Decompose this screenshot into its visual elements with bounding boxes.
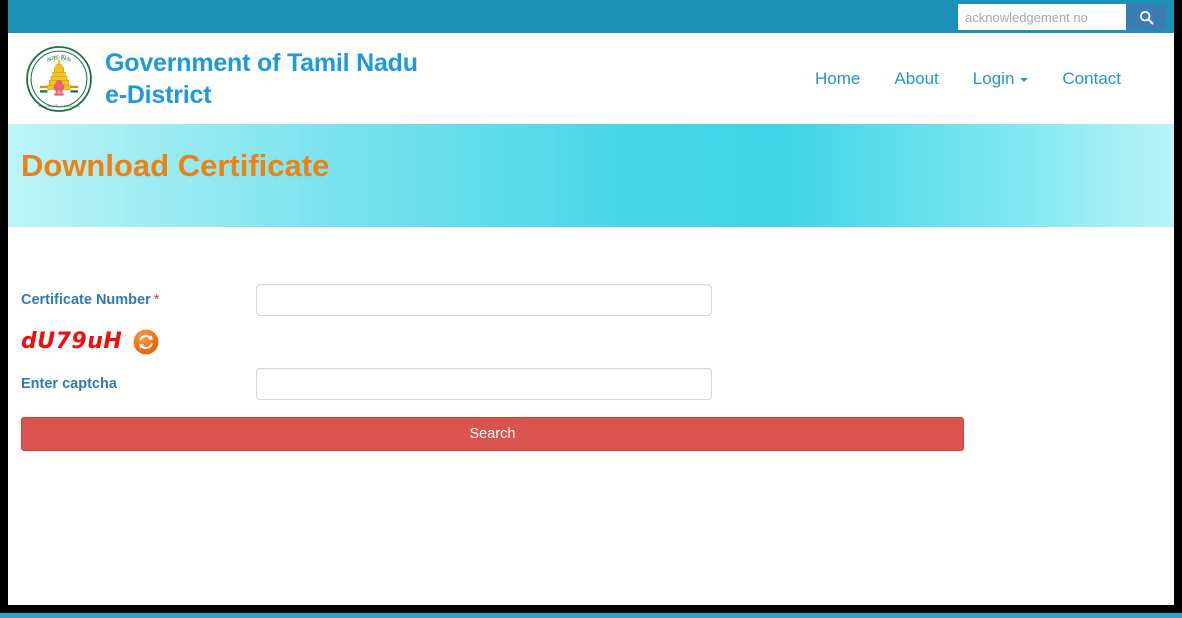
bottom-accent-strip bbox=[0, 613, 1182, 618]
tamil-nadu-state-emblem-icon: க ம ந ா டு அ வாய்மையே வெல்லும் bbox=[25, 45, 93, 113]
captcha-input[interactable] bbox=[256, 368, 712, 400]
search-submit-button[interactable] bbox=[1126, 4, 1166, 30]
brand-title: Government of Tamil Nadu e-District bbox=[105, 47, 418, 111]
certificate-number-label: Certificate Number * bbox=[21, 291, 160, 308]
captcha-refresh-button[interactable] bbox=[133, 329, 159, 355]
captcha-code-text: dU79uH bbox=[21, 329, 123, 354]
certificate-number-label-text: Certificate Number bbox=[21, 292, 151, 308]
nav-item-contact[interactable]: Contact bbox=[1045, 61, 1138, 97]
search-icon bbox=[1139, 10, 1154, 25]
captcha-display: dU79uH bbox=[8, 329, 159, 355]
captcha-image-row: dU79uH bbox=[8, 322, 1174, 362]
nav-item-login[interactable]: Login bbox=[956, 61, 1046, 97]
nav-item-home-label: Home bbox=[815, 68, 861, 88]
required-asterisk: * bbox=[153, 291, 160, 308]
site-header: க ம ந ா டு அ வாய்மையே வெல்லும் Governmen… bbox=[8, 33, 1174, 124]
refresh-icon bbox=[133, 329, 159, 355]
enter-captcha-row: Enter captcha bbox=[8, 362, 1174, 406]
acknowledgement-search-input[interactable] bbox=[958, 4, 1126, 30]
download-certificate-form: Certificate Number * dU79uH Enter captch… bbox=[8, 227, 1174, 451]
chevron-down-icon bbox=[1020, 78, 1029, 82]
certificate-number-label-cell: Certificate Number * bbox=[8, 291, 256, 309]
nav-item-home[interactable]: Home bbox=[798, 61, 877, 97]
page-title: Download Certificate bbox=[21, 148, 330, 184]
nav-item-login-label: Login bbox=[972, 68, 1015, 88]
nav-item-contact-label: Contact bbox=[1062, 68, 1121, 88]
brand-title-line2: e-District bbox=[105, 80, 212, 109]
top-utility-bar bbox=[8, 0, 1174, 33]
search-submit-form-button[interactable]: Search bbox=[21, 417, 964, 451]
nav-item-about-label: About bbox=[894, 68, 939, 88]
enter-captcha-label-cell: Enter captcha bbox=[8, 375, 256, 393]
brand-title-line1: Government of Tamil Nadu bbox=[105, 48, 418, 77]
nav-item-about[interactable]: About bbox=[877, 61, 955, 97]
brand-block[interactable]: க ம ந ா டு அ வாய்மையே வெல்லும் Governmen… bbox=[8, 45, 418, 113]
main-navigation: Home About Login Contact bbox=[798, 61, 1174, 97]
acknowledgement-search bbox=[958, 4, 1166, 30]
enter-captcha-label: Enter captcha bbox=[21, 376, 117, 392]
page-banner: Download Certificate bbox=[8, 124, 1174, 227]
certificate-number-field-cell bbox=[256, 284, 712, 316]
main-content: Certificate Number * dU79uH Enter captch… bbox=[8, 227, 1174, 605]
enter-captcha-field-cell bbox=[256, 368, 712, 400]
certificate-number-row: Certificate Number * bbox=[8, 278, 1174, 322]
certificate-number-input[interactable] bbox=[256, 284, 712, 316]
page-frame: க ம ந ா டு அ bbox=[0, 0, 1182, 618]
